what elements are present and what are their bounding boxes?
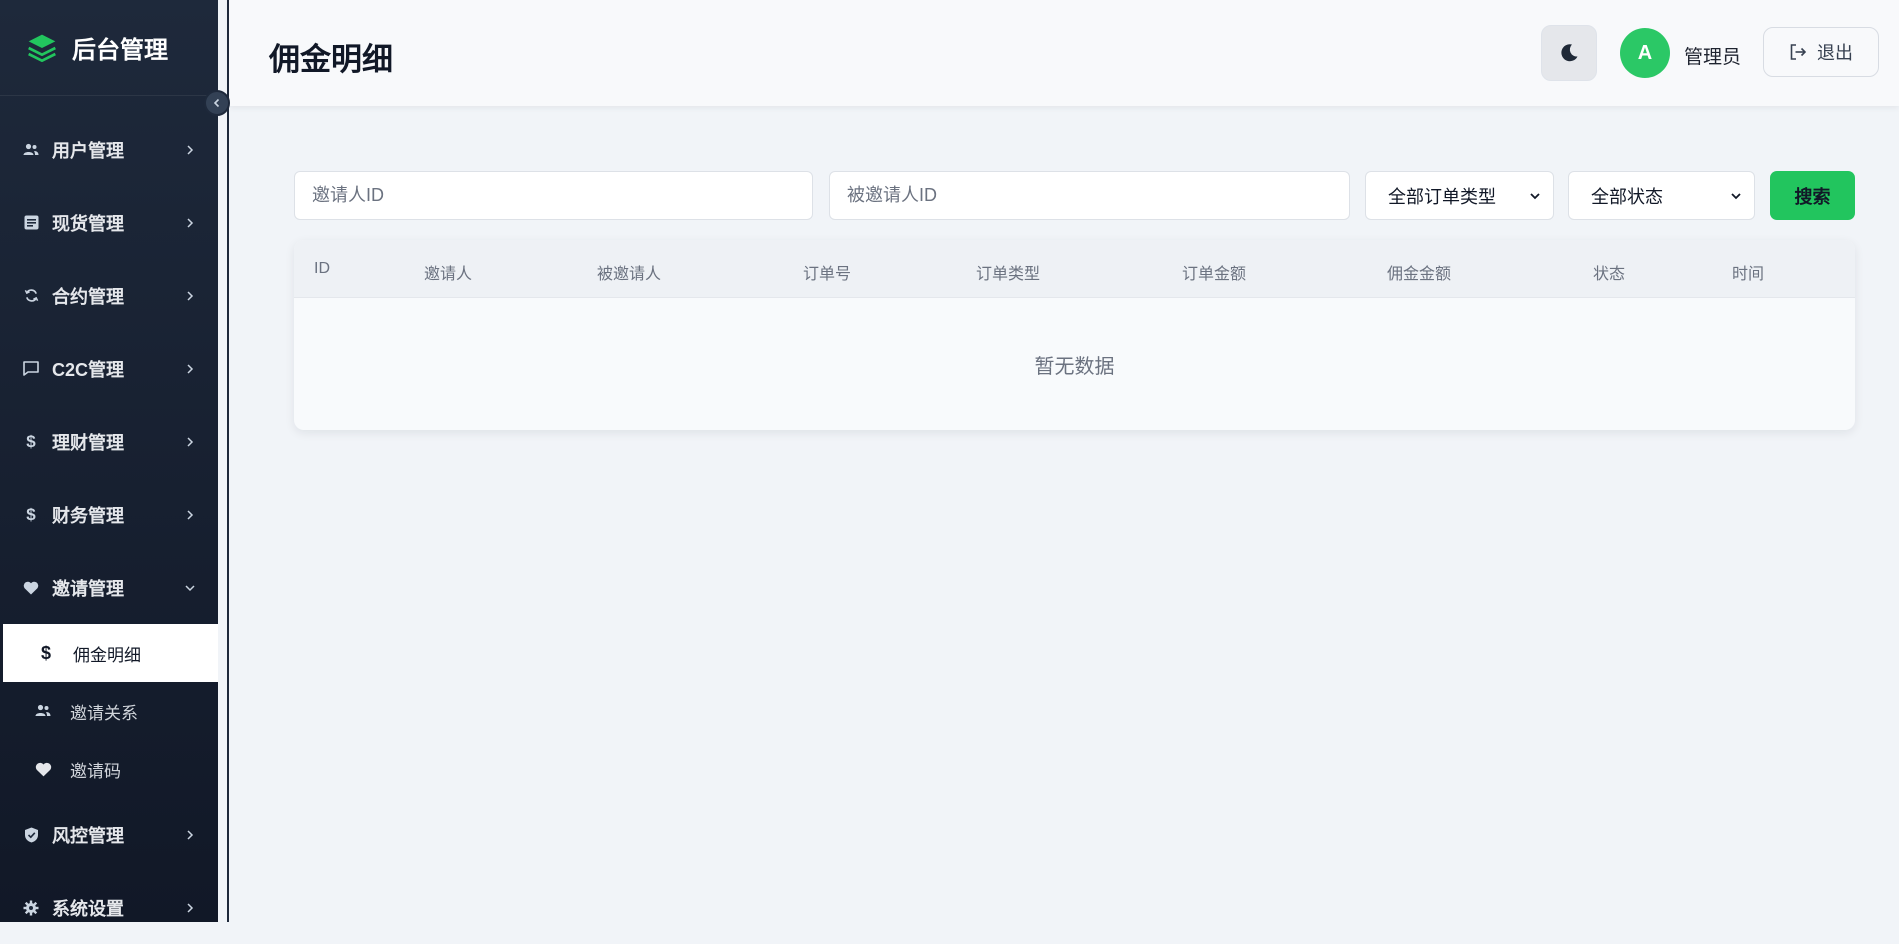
top-header: 佣金明细 A 管理员 退出 bbox=[229, 0, 1899, 106]
column-header-invitee: 被邀请人 bbox=[597, 266, 662, 283]
column-header-order-type: 订单类型 bbox=[976, 266, 1041, 283]
users-icon bbox=[34, 702, 52, 720]
sidebar-nav: 用户管理 现货管理 合约管理 C2C管理 $ 理财管理 $ 财务管理 邀请管理 … bbox=[0, 113, 218, 944]
sidebar-item-label: 财务管理 bbox=[52, 505, 124, 526]
invitee-id-input[interactable] bbox=[829, 171, 1350, 220]
sidebar-item-contract[interactable]: 合约管理 bbox=[0, 259, 218, 332]
status-select[interactable]: 全部状态 bbox=[1568, 171, 1755, 220]
chevron-right-icon bbox=[187, 217, 194, 228]
sidebar-item-invite[interactable]: 邀请管理 bbox=[0, 551, 218, 624]
chevron-down-icon bbox=[1731, 192, 1741, 199]
column-header-order-no: 订单号 bbox=[803, 266, 852, 283]
page-title: 佣金明细 bbox=[269, 42, 393, 77]
column-header-commission-amount: 佣金金额 bbox=[1387, 266, 1452, 283]
status-selected: 全部状态 bbox=[1591, 186, 1663, 207]
sidebar-item-label: 风控管理 bbox=[52, 825, 124, 846]
users-icon bbox=[22, 141, 40, 159]
chevron-right-icon bbox=[187, 902, 194, 913]
heart-icon bbox=[22, 579, 40, 597]
chevron-right-icon bbox=[187, 144, 194, 155]
sidebar-subitem-commission[interactable]: $ 佣金明细 bbox=[3, 624, 218, 682]
sidebar-item-finance[interactable]: $ 财务管理 bbox=[0, 478, 218, 551]
chevron-right-icon bbox=[187, 363, 194, 374]
sidebar-item-label: 系统设置 bbox=[52, 898, 124, 919]
sidebar-item-spot[interactable]: 现货管理 bbox=[0, 186, 218, 259]
chevron-right-icon bbox=[187, 436, 194, 447]
column-header-order-amount: 订单金额 bbox=[1182, 266, 1247, 283]
brand-title: 后台管理 bbox=[72, 37, 168, 64]
logout-icon bbox=[1790, 44, 1807, 60]
column-header-id: ID bbox=[314, 260, 330, 277]
sidebar-item-label: 用户管理 bbox=[52, 140, 124, 161]
sidebar: 后台管理 用户管理 现货管理 合约管理 C2C管理 $ 理财管理 $ 财务管理 … bbox=[0, 0, 218, 922]
avatar[interactable]: A bbox=[1620, 28, 1670, 78]
inviter-id-input[interactable] bbox=[294, 171, 813, 220]
empty-state: 暂无数据 bbox=[1034, 356, 1115, 378]
sidebar-item-label: 邀请管理 bbox=[52, 578, 124, 599]
order-type-selected: 全部订单类型 bbox=[1388, 186, 1496, 207]
sidebar-subitem-label: 邀请码 bbox=[70, 761, 121, 781]
sidebar-subitem-invite-code[interactable]: 邀请码 bbox=[0, 740, 218, 798]
logout-button[interactable]: 退出 bbox=[1763, 27, 1879, 77]
table-header: ID 邀请人 被邀请人 订单号 订单类型 订单金额 佣金金额 状态 时间 bbox=[294, 240, 1855, 298]
sidebar-divider bbox=[227, 0, 229, 922]
sidebar-item-risk[interactable]: 风控管理 bbox=[0, 798, 218, 871]
moon-icon bbox=[1561, 44, 1578, 62]
sidebar-item-users[interactable]: 用户管理 bbox=[0, 113, 218, 186]
column-header-time: 时间 bbox=[1732, 266, 1765, 283]
chevron-down-icon bbox=[1530, 192, 1540, 199]
chevron-right-icon bbox=[187, 509, 194, 520]
sidebar-item-c2c[interactable]: C2C管理 bbox=[0, 332, 218, 405]
heart-icon bbox=[34, 760, 52, 778]
sidebar-subitem-relations[interactable]: 邀请关系 bbox=[0, 682, 218, 740]
gear-icon bbox=[22, 899, 40, 917]
chevron-left-icon bbox=[213, 98, 220, 108]
brand: 后台管理 bbox=[0, 0, 218, 96]
sidebar-subitem-label: 邀请关系 bbox=[70, 703, 138, 723]
chevron-right-icon bbox=[187, 290, 194, 301]
commission-table: ID 邀请人 被邀请人 订单号 订单类型 订单金额 佣金金额 状态 时间 暂无数… bbox=[294, 240, 1855, 430]
logout-label: 退出 bbox=[1817, 43, 1853, 63]
sidebar-item-settings[interactable]: 系统设置 bbox=[0, 871, 218, 944]
dollar-icon: $ bbox=[26, 504, 36, 524]
order-type-select[interactable]: 全部订单类型 bbox=[1365, 171, 1554, 220]
sidebar-subitem-label: 佣金明细 bbox=[73, 645, 141, 665]
user-name: 管理员 bbox=[1684, 47, 1742, 68]
theme-toggle-button[interactable] bbox=[1541, 25, 1597, 81]
shield-icon bbox=[22, 826, 40, 844]
sidebar-item-label: 现货管理 bbox=[52, 213, 124, 234]
chevron-right-icon bbox=[187, 829, 194, 840]
dollar-icon: $ bbox=[26, 431, 36, 451]
search-button[interactable]: 搜索 bbox=[1770, 171, 1855, 220]
sidebar-item-label: C2C管理 bbox=[52, 359, 125, 380]
layers-icon bbox=[28, 34, 56, 62]
chat-icon bbox=[22, 360, 40, 378]
chevron-down-icon bbox=[185, 584, 195, 591]
list-icon bbox=[22, 214, 40, 232]
refresh-icon bbox=[22, 287, 40, 305]
sidebar-collapse-button[interactable] bbox=[204, 90, 230, 116]
column-header-status: 状态 bbox=[1593, 266, 1626, 283]
invite-submenu: $ 佣金明细 邀请关系 邀请码 bbox=[0, 624, 218, 798]
column-header-inviter: 邀请人 bbox=[424, 266, 473, 283]
sidebar-item-wealth[interactable]: $ 理财管理 bbox=[0, 405, 218, 478]
sidebar-item-label: 合约管理 bbox=[52, 286, 124, 307]
dollar-icon: $ bbox=[40, 642, 51, 663]
sidebar-item-label: 理财管理 bbox=[52, 432, 124, 453]
